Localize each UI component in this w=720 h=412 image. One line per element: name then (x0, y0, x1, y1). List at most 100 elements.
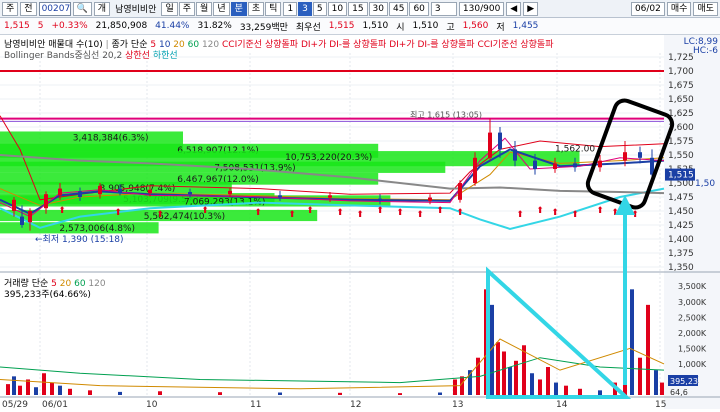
overlay-label-0: 1,562.00 (555, 145, 595, 155)
candle-body-17 (488, 132, 492, 158)
open-price: 1,510 (412, 21, 439, 31)
period-tab-1[interactable]: 주 (178, 1, 196, 16)
candle-body-1 (20, 216, 24, 225)
period-tabs: 일주월년분초틱 (161, 1, 282, 16)
minute-tab-60[interactable]: 60 (409, 1, 429, 16)
ma-60: 60 (187, 40, 200, 50)
volume-ma-120: 120 (88, 279, 106, 289)
period-tab-3[interactable]: 년 (213, 1, 230, 16)
signal-arrow-13: ⬆ (456, 208, 464, 218)
candle-body-15 (458, 183, 462, 200)
price-axis-label-7: 1,550 (668, 151, 694, 161)
fixed-button[interactable]: 개 (93, 1, 111, 16)
candle-body-10 (228, 190, 232, 195)
volume-bar-39 (646, 304, 650, 395)
current-price: 1,515 (4, 21, 30, 31)
period-tab-5[interactable]: 초 (247, 1, 265, 16)
signal-arrow-5: ⬆ (288, 210, 296, 220)
volume-value: 395,233주(64.66%) (4, 290, 91, 300)
minute-tab-10[interactable]: 10 (327, 1, 348, 16)
volume-bar-17 (453, 379, 457, 395)
time-axis-label-7: 15 (655, 400, 666, 409)
time-axis-label-3: 11 (250, 400, 261, 409)
signal-arrow-10: ⬆ (396, 208, 404, 218)
candle-body-16 (473, 157, 477, 183)
volume-bar-34 (598, 390, 602, 395)
order-type-select[interactable]: 주 (2, 1, 19, 16)
time-axis-label-2: 10 (146, 400, 158, 409)
high-label: 고 (446, 22, 455, 33)
period-tab-4[interactable]: 분 (230, 1, 247, 16)
volume-profile-label-2: 10,753,220(20.3%) (285, 153, 372, 163)
period-date[interactable]: 06/02 (630, 1, 665, 16)
time-axis-label-0: 05/29 (2, 400, 28, 409)
chart-canvas[interactable]: 3,418,384(6.3%)6,518,907(12.1%)10,753,22… (0, 35, 720, 410)
price-axis-label-0: 1,725 (668, 53, 694, 63)
candle-body-20 (533, 160, 537, 169)
candle-body-5 (78, 191, 82, 197)
volume-bar-41 (660, 382, 664, 395)
minute-tab-1[interactable]: 1 (283, 1, 298, 16)
volume-axis-label-2: 2,500K (678, 313, 707, 322)
signal-arrow-7: ⬆ (336, 208, 344, 218)
stock-chart[interactable]: 3,418,384(6.3%) 6,518,907(12.1%) 10,753,22… (0, 35, 720, 410)
trade-amount: 33,259백만 (239, 22, 288, 33)
price-axis-label-1: 1,700 (668, 67, 694, 77)
candle-body-18 (498, 132, 502, 150)
low-label: 저 (496, 22, 505, 33)
volume-axis-label-5: 1,000K (678, 360, 707, 369)
volume-bar-25 (508, 367, 512, 395)
stock-code-input[interactable]: 00207 (38, 1, 71, 16)
all-select[interactable]: 전 (20, 1, 37, 16)
volume-bar-14 (338, 392, 342, 395)
hc-label: HC:-6 (692, 46, 718, 56)
sell-button[interactable]: 매도 (693, 1, 718, 16)
volume-bar-15 (398, 393, 402, 395)
volume-axis-label-4: 1,500K (678, 344, 707, 353)
play-button[interactable]: ▶ (523, 1, 539, 16)
candle-body-24 (623, 152, 627, 161)
period-tab-0[interactable]: 일 (161, 1, 178, 16)
prev-button[interactable]: ◀ (506, 1, 522, 16)
candle-body-25 (638, 152, 642, 158)
low-price: 1,455 (512, 21, 539, 31)
change-rate: +0.33% (51, 21, 88, 31)
minute-tab-45[interactable]: 45 (389, 1, 409, 16)
minute-tab-5[interactable]: 5 (312, 1, 327, 16)
best-ask: 1,515 (328, 21, 355, 31)
minute-tab-3[interactable]: 3 (298, 1, 312, 16)
volume-profile-label-9: 2,573,006(4.8%) (59, 224, 135, 234)
time-axis-label-1: 06/01 (42, 400, 68, 409)
price-axis-label-12: 1,425 (668, 221, 694, 231)
signal-arrow-0: ⬆ (58, 206, 66, 216)
volume-bar-13 (278, 392, 282, 395)
minute-tab-30[interactable]: 30 (368, 1, 388, 16)
volume-bar-16 (438, 392, 442, 395)
chart-toolbar: 주 전 00207 🔍 개 남영비비안 일주월년분초틱 1 3 5 10 15 30 45 6… (0, 0, 720, 18)
volume-bar-23 (496, 342, 500, 395)
best-bid: 1,510 (362, 21, 389, 31)
time-axis-label-4: 12 (350, 400, 361, 409)
signal-arrow-9: ⬆ (376, 206, 384, 216)
buy-button[interactable]: 매수 (666, 1, 692, 16)
minute-select[interactable]: 3 (430, 1, 457, 16)
search-button[interactable]: 🔍 (72, 1, 92, 16)
price-axis-label-14: 1,375 (668, 249, 694, 259)
minute-tab-15[interactable]: 15 (348, 1, 368, 16)
signal-arrow-17: ⬆ (571, 210, 579, 220)
volume-bar-0 (6, 384, 10, 395)
period-tab-2[interactable]: 월 (196, 1, 213, 16)
bollinger-lower: 하한선 (152, 51, 178, 61)
signal-arrow-12: ⬆ (436, 206, 444, 216)
signal-arrow-1: ⬆ (114, 208, 122, 218)
price-change: 5 (37, 21, 44, 31)
volume-axis-label-3: 2,000K (678, 329, 707, 338)
signal-di-1: DI+가 DI-를 상향돌파 (300, 40, 387, 50)
volume-bar-38 (638, 357, 642, 395)
price-axis-label-11: 1,450 (668, 207, 694, 217)
open-label: 시 (396, 22, 405, 33)
volume-bar-24 (502, 351, 506, 395)
price-axis-label-10: 1,475 (668, 193, 694, 203)
candle-body-8 (148, 189, 152, 194)
period-tab-6[interactable]: 틱 (265, 1, 282, 16)
